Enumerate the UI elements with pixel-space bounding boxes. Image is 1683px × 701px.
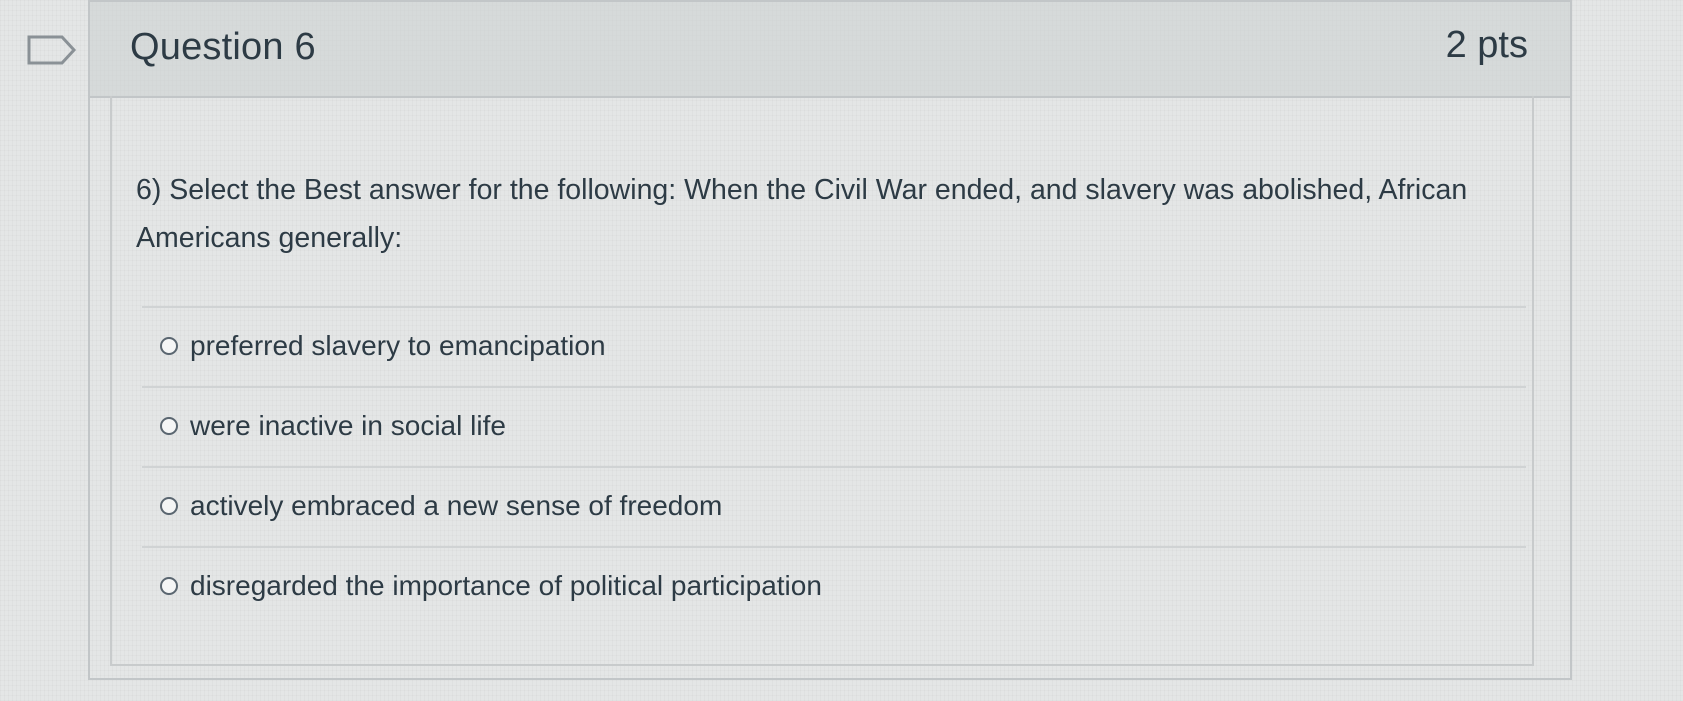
radio-button[interactable] — [160, 417, 178, 435]
radio-button[interactable] — [160, 577, 178, 595]
answer-label: actively embraced a new sense of freedom — [190, 490, 723, 521]
answer-label: disregarded the importance of political … — [190, 570, 822, 601]
radio-button[interactable] — [160, 497, 178, 515]
answer-option-4[interactable]: disregarded the importance of political … — [142, 548, 1526, 628]
question-title: Question 6 — [130, 26, 316, 68]
question-header: Question 6 2 pts — [90, 2, 1570, 98]
question-body: 6) Select the Best answer for the follow… — [110, 96, 1534, 666]
question-card: Question 6 2 pts 6) Select the Best answ… — [88, 0, 1572, 680]
answer-label: preferred slavery to emancipation — [190, 330, 606, 361]
answer-option-1[interactable]: preferred slavery to emancipation — [142, 308, 1526, 388]
question-points: 2 pts — [1445, 24, 1528, 66]
radio-button[interactable] — [160, 337, 178, 355]
answer-option-3[interactable]: actively embraced a new sense of freedom — [142, 468, 1526, 548]
flag-question-icon[interactable] — [26, 34, 78, 66]
question-text: 6) Select the Best answer for the follow… — [136, 174, 1468, 254]
answer-list: preferred slavery to emancipation were i… — [142, 306, 1526, 628]
answer-option-2[interactable]: were inactive in social life — [142, 388, 1526, 468]
answer-label: were inactive in social life — [190, 410, 506, 441]
